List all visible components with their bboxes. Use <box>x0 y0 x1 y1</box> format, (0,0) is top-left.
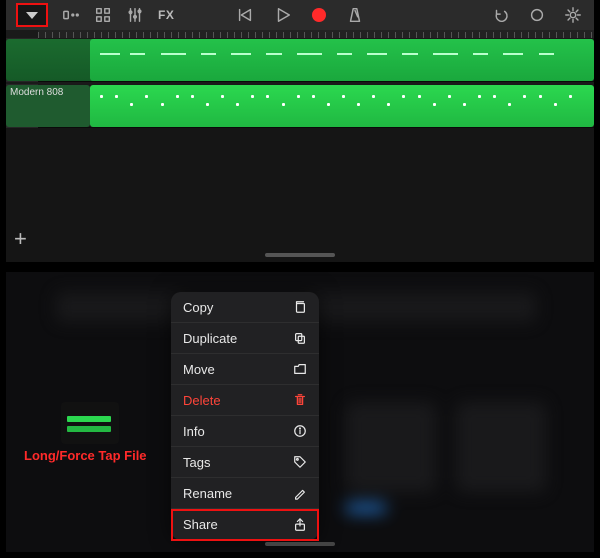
browser-dropdown-button[interactable] <box>16 3 48 27</box>
region-2-header[interactable]: Modern 808 <box>6 85 90 127</box>
menu-label: Rename <box>183 486 232 501</box>
file-context-menu: Copy Duplicate Move Delete Info Tags <box>171 292 319 540</box>
copy-icon <box>293 300 307 314</box>
metronome-icon[interactable] <box>346 6 364 24</box>
menu-label: Duplicate <box>183 331 237 346</box>
record-icon[interactable] <box>312 8 326 22</box>
loop-icon[interactable] <box>528 6 546 24</box>
tag-icon <box>293 455 307 469</box>
menu-label: Delete <box>183 393 221 408</box>
menu-label: Move <box>183 362 215 377</box>
menu-label: Copy <box>183 300 213 315</box>
menu-item-move[interactable]: Move <box>171 354 319 385</box>
midi-region-1-bg <box>6 39 594 81</box>
menu-item-rename[interactable]: Rename <box>171 478 319 509</box>
home-indicator <box>265 253 335 257</box>
annotation-text: Long/Force Tap File <box>24 448 147 463</box>
menu-item-copy[interactable]: Copy <box>171 292 319 323</box>
chevron-down-icon <box>26 12 38 19</box>
pencil-icon <box>293 486 307 500</box>
menu-item-share[interactable]: Share <box>171 509 319 540</box>
region-2-name: Modern 808 <box>6 85 90 100</box>
mixer-icon[interactable] <box>126 6 144 24</box>
play-icon[interactable] <box>274 6 292 24</box>
menu-label: Info <box>183 424 205 439</box>
trash-icon <box>293 393 307 407</box>
menu-item-delete[interactable]: Delete <box>171 385 319 416</box>
info-icon <box>293 424 307 438</box>
home-indicator <box>265 542 335 546</box>
project-file-thumbnail[interactable] <box>61 402 119 444</box>
add-track-button[interactable]: + <box>14 226 27 252</box>
menu-label: Share <box>183 517 218 532</box>
duplicate-icon <box>293 331 307 345</box>
midi-region-1[interactable] <box>90 39 594 81</box>
menu-item-info[interactable]: Info <box>171 416 319 447</box>
main-toolbar: FX <box>6 0 594 30</box>
rewind-icon[interactable] <box>236 6 254 24</box>
garageband-editor-panel: FX My Songs <box>6 0 594 262</box>
settings-icon[interactable] <box>564 6 582 24</box>
grid-view-icon[interactable] <box>94 6 112 24</box>
drum-region-2[interactable] <box>90 85 594 127</box>
files-context-menu-panel: Long/Force Tap File Copy Duplicate Move … <box>6 272 594 552</box>
undo-icon[interactable] <box>492 6 510 24</box>
menu-label: Tags <box>183 455 210 470</box>
folder-icon <box>293 362 307 376</box>
menu-item-duplicate[interactable]: Duplicate <box>171 323 319 354</box>
menu-item-tags[interactable]: Tags <box>171 447 319 478</box>
fx-button[interactable]: FX <box>158 8 174 22</box>
empty-tracks-area[interactable] <box>6 128 594 262</box>
track-view-icon[interactable] <box>62 6 80 24</box>
share-icon <box>293 518 307 532</box>
